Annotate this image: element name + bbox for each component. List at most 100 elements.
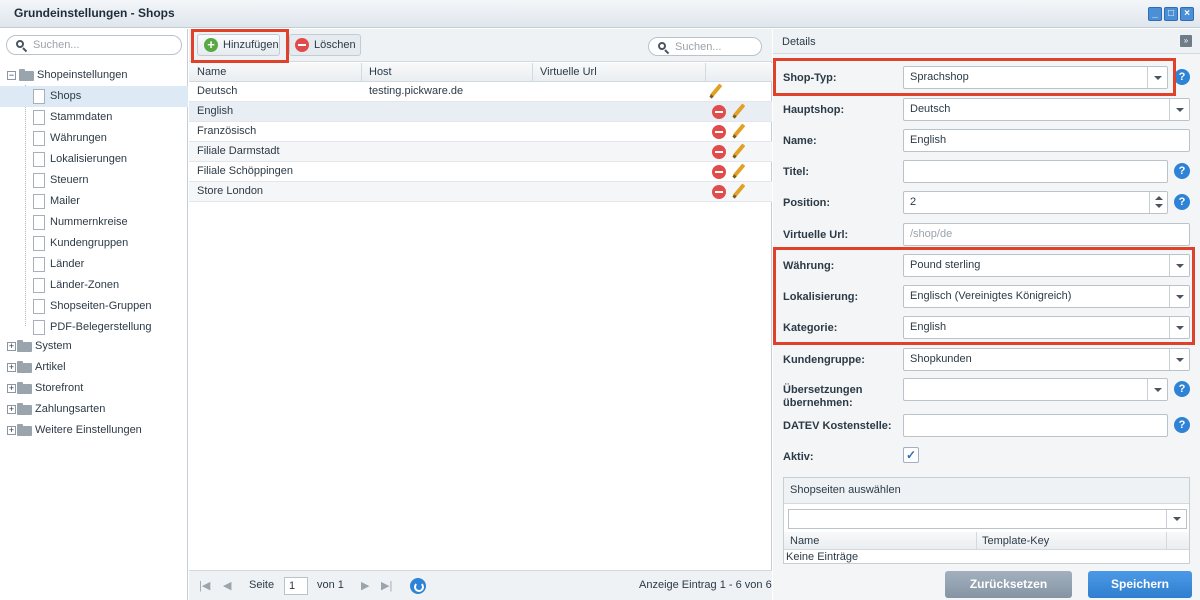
delete-button[interactable]: Löschen <box>289 34 361 56</box>
tree-node-mailer[interactable]: Mailer <box>0 191 188 212</box>
virtuelle-url-input[interactable]: /shop/de <box>903 223 1190 246</box>
shops-grid-panel: + Hinzufügen Löschen Suchen... Name Host… <box>189 29 772 600</box>
datev-kostenstelle-input[interactable] <box>903 414 1168 437</box>
tree-node-steuern[interactable]: Steuern <box>0 170 188 191</box>
name-input[interactable]: English <box>903 129 1190 152</box>
document-icon <box>33 257 45 272</box>
column-header-name[interactable]: Name <box>790 535 819 547</box>
cell-name: Filiale Darmstadt <box>197 145 280 157</box>
tree-node-laender-zonen[interactable]: Länder-Zonen <box>0 275 188 296</box>
refresh-icon[interactable] <box>410 578 426 594</box>
tree-node-artikel[interactable]: + Artikel <box>0 357 188 378</box>
tree-node-laender[interactable]: Länder <box>0 254 188 275</box>
delete-row-icon[interactable] <box>712 165 726 179</box>
prev-page-icon[interactable]: ◀ <box>223 579 231 592</box>
tree-node-label: Nummernkreise <box>50 216 128 228</box>
cell-name: Store London <box>197 185 264 197</box>
kundengruppe-value: Shopkunden <box>910 353 972 365</box>
uebersetzungen-label-line1: Übersetzungen <box>783 384 863 396</box>
page-number-input[interactable]: 1 <box>284 577 308 595</box>
tree-node-storefront[interactable]: + Storefront <box>0 378 188 399</box>
column-header-template-key[interactable]: Template-Key <box>982 535 1049 547</box>
shop-pages-empty-text: Keine Einträge <box>786 551 859 563</box>
close-icon[interactable]: × <box>1180 7 1194 21</box>
tree-node-weitere-einstellungen[interactable]: + Weitere Einstellungen <box>0 420 188 441</box>
table-row[interactable]: Filiale Schöppingen <box>189 162 772 182</box>
tree-node-shopeinstellungen[interactable]: − Shopeinstellungen <box>0 65 188 86</box>
search-icon <box>16 40 28 53</box>
search-icon <box>658 42 670 55</box>
hauptshop-select[interactable]: Deutsch <box>903 98 1190 121</box>
maximize-icon[interactable]: □ <box>1164 7 1178 21</box>
delete-row-icon[interactable] <box>712 185 726 199</box>
tree-node-shopseiten-gruppen[interactable]: Shopseiten-Gruppen <box>0 296 188 317</box>
chevron-down-icon[interactable] <box>1166 510 1186 528</box>
edit-pencil-icon[interactable] <box>732 164 746 178</box>
tree-node-nummernkreise[interactable]: Nummernkreise <box>0 212 188 233</box>
table-row[interactable]: Filiale Darmstadt <box>189 142 772 162</box>
expand-toggle-icon[interactable]: + <box>7 363 16 372</box>
tree-search-input[interactable]: Suchen... <box>6 35 182 55</box>
expand-toggle-icon[interactable]: + <box>7 405 16 414</box>
edit-pencil-icon[interactable] <box>709 84 723 98</box>
edit-pencil-icon[interactable] <box>732 184 746 198</box>
column-header-name[interactable]: Name <box>197 66 226 78</box>
edit-pencil-icon[interactable] <box>732 124 746 138</box>
first-page-icon[interactable]: |◀ <box>199 579 210 592</box>
chevron-down-icon[interactable] <box>1169 99 1189 120</box>
expand-toggle-icon[interactable]: + <box>7 426 16 435</box>
tree-node-label: Länder-Zonen <box>50 279 120 291</box>
document-icon <box>33 236 45 251</box>
delete-row-icon[interactable] <box>712 125 726 139</box>
collapse-panel-icon[interactable]: » <box>1180 35 1192 47</box>
aktiv-checkbox[interactable]: ✓ <box>903 447 919 463</box>
column-separator <box>532 63 533 82</box>
grid-search-input[interactable]: Suchen... <box>648 37 762 56</box>
table-row[interactable]: Deutsch testing.pickware.de <box>189 82 772 102</box>
folder-open-icon <box>19 69 34 81</box>
kundengruppe-select[interactable]: Shopkunden <box>903 348 1190 371</box>
delete-row-icon[interactable] <box>712 145 726 159</box>
expand-toggle-icon[interactable]: + <box>7 384 16 393</box>
help-icon[interactable]: ? <box>1174 417 1190 433</box>
position-number-input[interactable]: 2 <box>903 191 1168 214</box>
reset-button[interactable]: Zurücksetzen <box>945 571 1072 598</box>
last-page-icon[interactable]: ▶| <box>381 579 392 592</box>
uebersetzungen-select[interactable] <box>903 378 1168 401</box>
tree-node-stammdaten[interactable]: Stammdaten <box>0 107 188 128</box>
tree-node-system[interactable]: + System <box>0 336 188 357</box>
chevron-down-icon[interactable] <box>1169 349 1189 370</box>
tree-node-waehrungen[interactable]: Währungen <box>0 128 188 149</box>
expand-toggle-icon[interactable]: + <box>7 342 16 351</box>
shop-pages-select[interactable] <box>788 509 1187 529</box>
minimize-icon[interactable]: _ <box>1148 7 1162 21</box>
chevron-down-icon[interactable] <box>1147 379 1167 400</box>
help-icon[interactable]: ? <box>1174 69 1190 85</box>
edit-pencil-icon[interactable] <box>732 144 746 158</box>
help-icon[interactable]: ? <box>1174 163 1190 179</box>
column-separator <box>705 63 706 82</box>
folder-icon <box>17 382 32 394</box>
shop-pages-title: Shopseiten auswählen <box>784 478 1189 504</box>
tree-node-shops[interactable]: Shops <box>0 86 188 107</box>
help-icon[interactable]: ? <box>1174 381 1190 397</box>
collapse-toggle-icon[interactable]: − <box>7 71 16 80</box>
table-row[interactable]: Store London <box>189 182 772 202</box>
next-page-icon[interactable]: ▶ <box>361 579 369 592</box>
save-button[interactable]: Speichern <box>1088 571 1192 598</box>
column-header-virtuelle-url[interactable]: Virtuelle Url <box>540 66 597 78</box>
delete-row-icon[interactable] <box>712 105 726 119</box>
stepper-icon[interactable] <box>1149 192 1167 213</box>
help-icon[interactable]: ? <box>1174 194 1190 210</box>
tree-node-kundengruppen[interactable]: Kundengruppen <box>0 233 188 254</box>
tree-node-lokalisierungen[interactable]: Lokalisierungen <box>0 149 188 170</box>
table-row[interactable]: Französisch <box>189 122 772 142</box>
tree-node-pdf-belegerstellung[interactable]: PDF-Belegerstellung <box>0 317 188 338</box>
table-row[interactable]: English <box>189 102 772 122</box>
titel-input[interactable] <box>903 160 1168 183</box>
column-header-host[interactable]: Host <box>369 66 392 78</box>
hauptshop-value: Deutsch <box>910 103 951 115</box>
edit-pencil-icon[interactable] <box>732 104 746 118</box>
tree-node-zahlungsarten[interactable]: + Zahlungsarten <box>0 399 188 420</box>
window-title: Grundeinstellungen - Shops <box>14 6 175 20</box>
